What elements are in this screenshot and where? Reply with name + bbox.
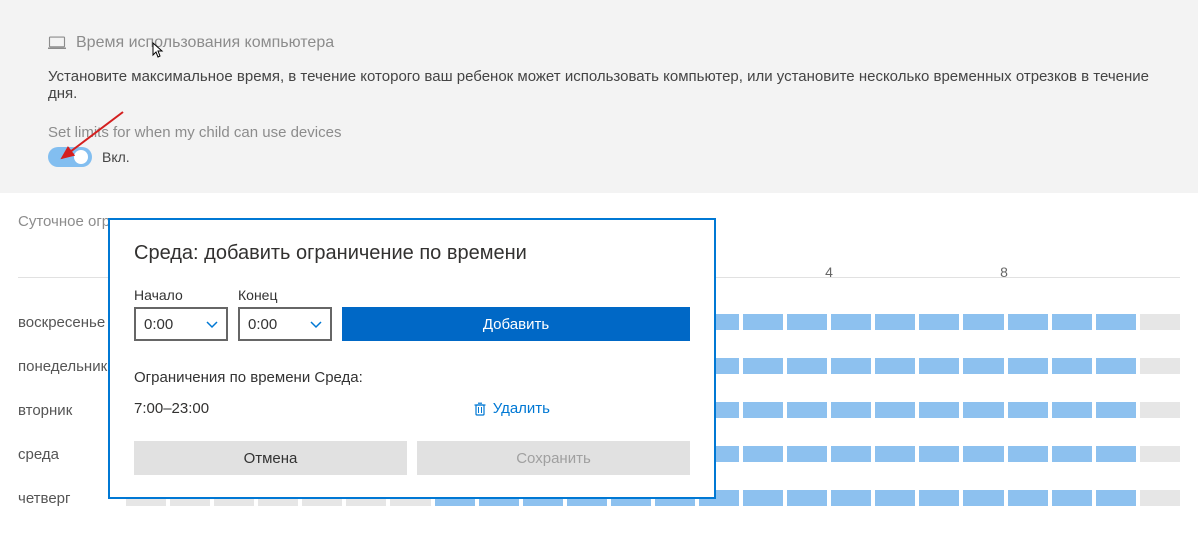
chevron-down-icon bbox=[310, 318, 322, 330]
toggle-label: Set limits for when my child can use dev… bbox=[48, 124, 1150, 141]
start-time-select[interactable]: 0:00 bbox=[134, 307, 228, 341]
header-title: Время использования компьютера bbox=[76, 34, 334, 52]
cursor-icon bbox=[151, 42, 167, 58]
hour-segment[interactable] bbox=[1140, 446, 1180, 462]
hour-segment[interactable] bbox=[1008, 490, 1048, 506]
add-button[interactable]: Добавить bbox=[342, 307, 690, 341]
hour-segment[interactable] bbox=[831, 490, 871, 506]
hour-segment[interactable] bbox=[919, 490, 959, 506]
start-time-group: Начало 0:00 bbox=[134, 287, 228, 341]
limits-heading: Ограничения по времени Среда: bbox=[134, 369, 690, 386]
toggle-row: Вкл. bbox=[48, 147, 1150, 167]
hour-segment[interactable] bbox=[1052, 446, 1092, 462]
hour-segment[interactable] bbox=[1008, 358, 1048, 374]
dialog-footer: Отмена Сохранить bbox=[134, 441, 690, 475]
existing-limit-row: 7:00–23:00 Удалить bbox=[134, 400, 690, 417]
hour-segment[interactable] bbox=[743, 358, 783, 374]
laptop-icon bbox=[48, 36, 66, 50]
hour-segment[interactable] bbox=[1096, 314, 1136, 330]
cancel-button[interactable]: Отмена bbox=[134, 441, 407, 475]
hour-segment[interactable] bbox=[1008, 314, 1048, 330]
chevron-down-icon bbox=[206, 318, 218, 330]
hour-segment[interactable] bbox=[831, 358, 871, 374]
hour-segment[interactable] bbox=[875, 490, 915, 506]
hour-segment[interactable] bbox=[743, 314, 783, 330]
hour-segment[interactable] bbox=[1008, 446, 1048, 462]
hour-segment[interactable] bbox=[963, 446, 1003, 462]
header-description: Установите максимальное время, в течение… bbox=[48, 68, 1150, 102]
settings-header: Время использования компьютера Установит… bbox=[0, 0, 1198, 193]
hour-label: 8 bbox=[1000, 264, 1008, 280]
hour-segment[interactable] bbox=[743, 490, 783, 506]
start-label: Начало bbox=[134, 287, 228, 303]
hour-segment[interactable] bbox=[875, 314, 915, 330]
hour-segment[interactable] bbox=[919, 402, 959, 418]
trash-icon bbox=[473, 402, 487, 416]
hour-segment[interactable] bbox=[831, 402, 871, 418]
delete-limit-button[interactable]: Удалить bbox=[473, 400, 550, 417]
start-time-value: 0:00 bbox=[144, 316, 173, 333]
end-time-group: Конец 0:00 bbox=[238, 287, 332, 341]
hour-segment[interactable] bbox=[1096, 490, 1136, 506]
hour-segment[interactable] bbox=[831, 446, 871, 462]
hour-segment[interactable] bbox=[1052, 358, 1092, 374]
hour-segment[interactable] bbox=[787, 402, 827, 418]
end-time-value: 0:00 bbox=[248, 316, 277, 333]
hour-segment[interactable] bbox=[1052, 490, 1092, 506]
header-title-row: Время использования компьютера bbox=[48, 34, 1150, 52]
hour-segment[interactable] bbox=[1052, 314, 1092, 330]
hour-segment[interactable] bbox=[875, 358, 915, 374]
dialog-time-row: Начало 0:00 Конец 0:00 Добавить bbox=[134, 287, 690, 341]
hour-segment[interactable] bbox=[1008, 402, 1048, 418]
hour-segment[interactable] bbox=[1140, 402, 1180, 418]
hour-label: 4 bbox=[825, 264, 833, 280]
hour-segment[interactable] bbox=[963, 490, 1003, 506]
hour-segment[interactable] bbox=[875, 446, 915, 462]
hour-segment[interactable] bbox=[831, 314, 871, 330]
hour-segment[interactable] bbox=[919, 314, 959, 330]
toggle-knob bbox=[74, 150, 88, 164]
save-button[interactable]: Сохранить bbox=[417, 441, 690, 475]
hour-segment[interactable] bbox=[963, 314, 1003, 330]
hour-segment[interactable] bbox=[963, 402, 1003, 418]
device-limits-toggle[interactable] bbox=[48, 147, 92, 167]
end-time-select[interactable]: 0:00 bbox=[238, 307, 332, 341]
hour-segment[interactable] bbox=[743, 402, 783, 418]
hour-segment[interactable] bbox=[787, 490, 827, 506]
hour-segment[interactable] bbox=[963, 358, 1003, 374]
hour-segment[interactable] bbox=[1140, 314, 1180, 330]
toggle-state: Вкл. bbox=[102, 149, 130, 165]
hour-segment[interactable] bbox=[1140, 490, 1180, 506]
existing-limit-range: 7:00–23:00 bbox=[134, 400, 209, 417]
hour-segment[interactable] bbox=[1096, 446, 1136, 462]
delete-label: Удалить bbox=[493, 400, 550, 417]
hour-segment[interactable] bbox=[875, 402, 915, 418]
hour-segment[interactable] bbox=[787, 358, 827, 374]
hour-segment[interactable] bbox=[919, 446, 959, 462]
hour-segment[interactable] bbox=[1052, 402, 1092, 418]
hour-segment[interactable] bbox=[787, 446, 827, 462]
end-label: Конец bbox=[238, 287, 332, 303]
hour-segment[interactable] bbox=[787, 314, 827, 330]
dialog-title: Среда: добавить ограничение по времени bbox=[134, 242, 690, 265]
hour-segment[interactable] bbox=[919, 358, 959, 374]
hour-segment[interactable] bbox=[1140, 358, 1180, 374]
hour-segment[interactable] bbox=[1096, 358, 1136, 374]
hour-segment[interactable] bbox=[743, 446, 783, 462]
hour-segment[interactable] bbox=[1096, 402, 1136, 418]
add-limit-dialog: Среда: добавить ограничение по времени Н… bbox=[108, 218, 716, 499]
